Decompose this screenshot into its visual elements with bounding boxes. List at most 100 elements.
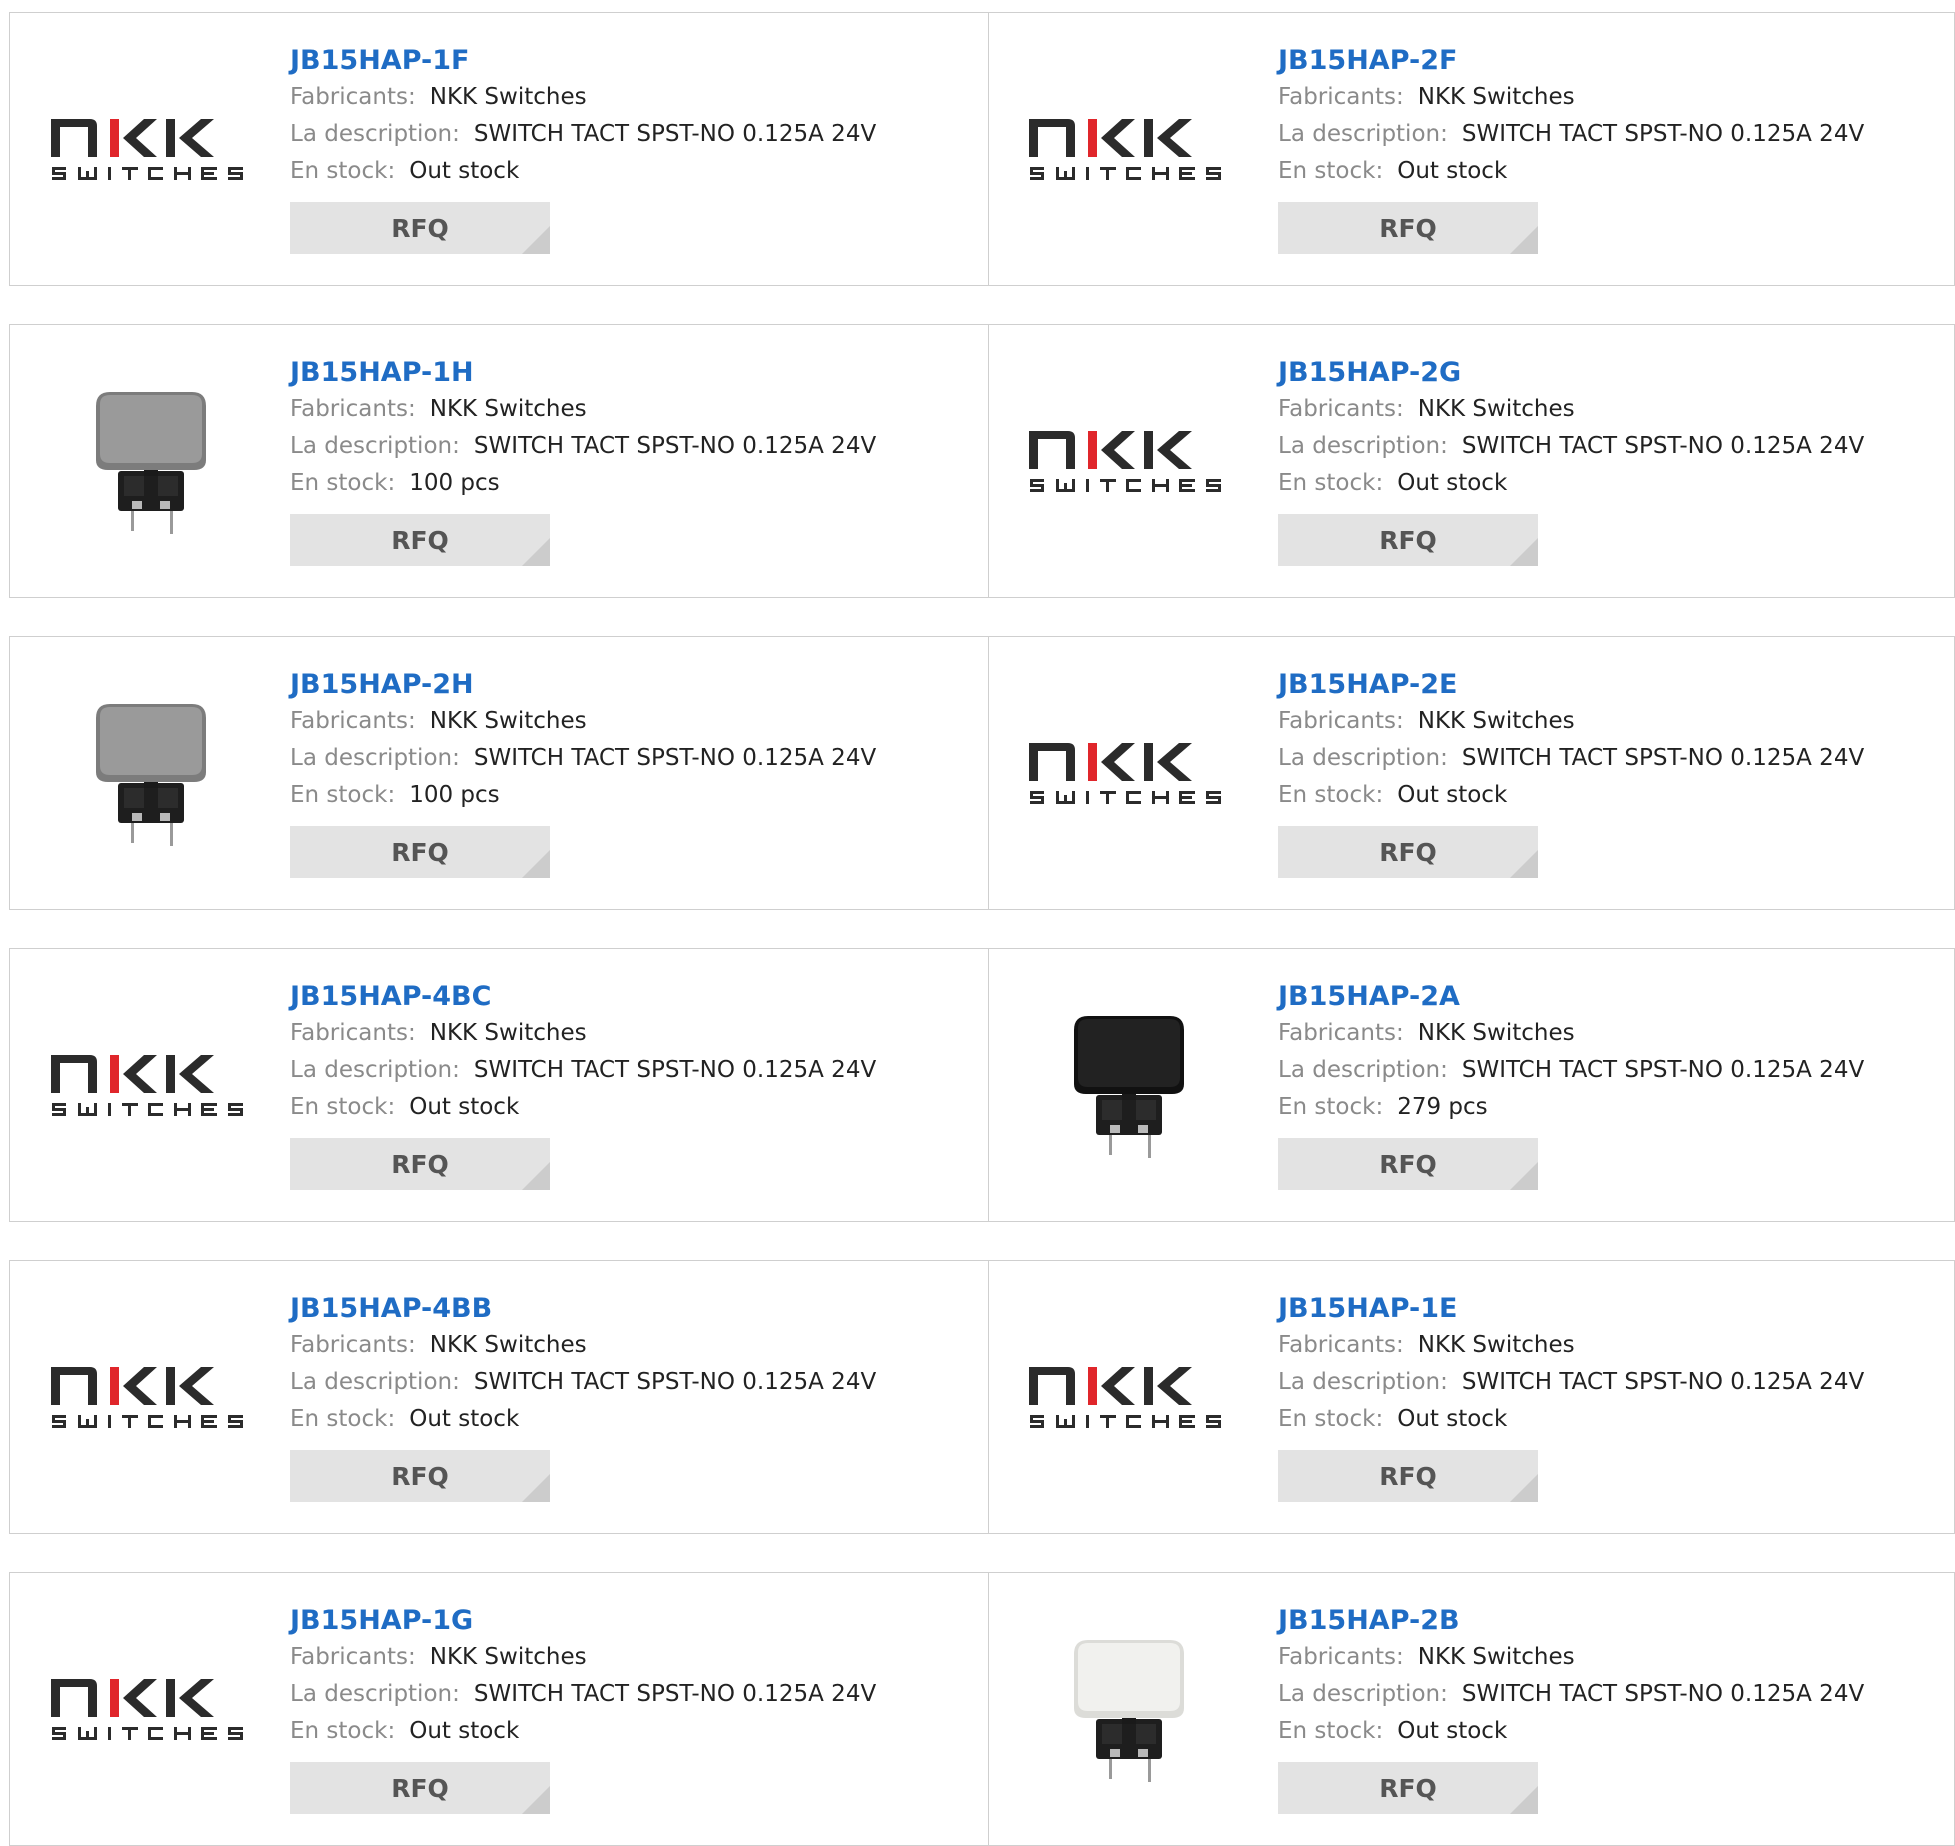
rfq-label: RFQ [1379, 837, 1437, 867]
rfq-button[interactable]: RFQ [1278, 1450, 1538, 1502]
nkk-logo-icon [1029, 743, 1221, 804]
manufacturer-value: NKK Switches [429, 1020, 587, 1046]
product-image[interactable] [48, 1312, 253, 1482]
product-image[interactable] [48, 64, 253, 234]
product-name-link[interactable]: JB15HAP-1E [1278, 1291, 1864, 1327]
stock-value: Out stock [1397, 1406, 1508, 1432]
product-name-link[interactable]: JB15HAP-2G [1278, 355, 1864, 391]
product-card: JB15HAP-4BB Fabricants: NKK Switches La d… [10, 1261, 988, 1533]
manufacturer-line: Fabricants: NKK Switches [1278, 1015, 1864, 1052]
manufacturer-value: NKK Switches [1417, 396, 1575, 422]
description-line: La description: SWITCH TACT SPST-NO 0.125… [1278, 1052, 1864, 1089]
product-image[interactable] [1026, 1000, 1231, 1170]
product-name-link[interactable]: JB15HAP-2H [290, 667, 876, 703]
product-image[interactable] [48, 688, 253, 858]
rfq-button[interactable]: RFQ [290, 202, 550, 254]
stock-line: En stock: Out stock [1278, 153, 1864, 190]
stock-label: En stock: [1278, 782, 1384, 808]
switches-wordmark [1030, 791, 1221, 804]
description-label: La description: [290, 745, 460, 771]
switches-wordmark [52, 1103, 243, 1116]
product-name-link[interactable]: JB15HAP-4BC [290, 979, 876, 1015]
product-image[interactable] [1026, 376, 1231, 546]
product-name-link[interactable]: JB15HAP-1G [290, 1603, 876, 1639]
product-info: JB15HAP-2E Fabricants: NKK Switches La de… [1278, 667, 1864, 878]
manufacturer-line: Fabricants: NKK Switches [290, 703, 876, 740]
rfq-button[interactable]: RFQ [1278, 826, 1538, 878]
rfq-button[interactable]: RFQ [290, 826, 550, 878]
product-name-link[interactable]: JB15HAP-2F [1278, 43, 1864, 79]
rfq-label: RFQ [391, 1149, 449, 1179]
product-card: JB15HAP-1G Fabricants: NKK Switches La de… [10, 1573, 988, 1845]
rfq-button[interactable]: RFQ [290, 1762, 550, 1814]
nkk-logo-icon [1029, 431, 1221, 492]
rfq-button[interactable]: RFQ [290, 1450, 550, 1502]
stock-label: En stock: [1278, 470, 1384, 496]
rfq-label: RFQ [1379, 1461, 1437, 1491]
manufacturer-line: Fabricants: NKK Switches [1278, 79, 1864, 116]
product-image[interactable] [48, 1624, 253, 1794]
rfq-button[interactable]: RFQ [290, 514, 550, 566]
product-image[interactable] [1026, 1624, 1231, 1794]
manufacturer-line: Fabricants: NKK Switches [290, 1639, 876, 1676]
rfq-button[interactable]: RFQ [290, 1138, 550, 1190]
manufacturer-line: Fabricants: NKK Switches [1278, 1327, 1864, 1364]
stock-label: En stock: [290, 782, 396, 808]
product-image[interactable] [48, 1000, 253, 1170]
description-line: La description: SWITCH TACT SPST-NO 0.125… [290, 1676, 876, 1713]
stock-label: En stock: [290, 470, 396, 496]
description-line: La description: SWITCH TACT SPST-NO 0.125… [1278, 428, 1864, 465]
manufacturer-value: NKK Switches [429, 84, 587, 110]
description-label: La description: [1278, 1369, 1448, 1395]
manufacturer-label: Fabricants: [1278, 396, 1404, 422]
product-name-link[interactable]: JB15HAP-2E [1278, 667, 1864, 703]
product-card: JB15HAP-2F Fabricants: NKK Switches La de… [988, 13, 1955, 285]
stock-label: En stock: [290, 158, 396, 184]
rfq-button[interactable]: RFQ [1278, 1762, 1538, 1814]
switches-wordmark [1030, 479, 1221, 492]
nkk-logo-icon [51, 1367, 243, 1428]
description-line: La description: SWITCH TACT SPST-NO 0.125… [1278, 116, 1864, 153]
product-list-page: { "labels": { "manufacturer": "Fabricant… [0, 0, 1955, 1846]
nkk-logo-icon [1029, 1367, 1221, 1428]
product-image[interactable] [1026, 1312, 1231, 1482]
manufacturer-value: NKK Switches [429, 708, 587, 734]
product-image[interactable] [1026, 688, 1231, 858]
product-image[interactable] [1026, 64, 1231, 234]
product-name-link[interactable]: JB15HAP-2A [1278, 979, 1864, 1015]
rfq-button[interactable]: RFQ [1278, 514, 1538, 566]
description-label: La description: [290, 433, 460, 459]
product-name-link[interactable]: JB15HAP-2B [1278, 1603, 1864, 1639]
rfq-label: RFQ [391, 525, 449, 555]
product-info: JB15HAP-4BB Fabricants: NKK Switches La d… [290, 1291, 876, 1502]
description-line: La description: SWITCH TACT SPST-NO 0.125… [290, 1364, 876, 1401]
rfq-button[interactable]: RFQ [1278, 1138, 1538, 1190]
stock-value: Out stock [1397, 1718, 1508, 1744]
manufacturer-value: NKK Switches [429, 1644, 587, 1670]
product-name-link[interactable]: JB15HAP-1F [290, 43, 876, 79]
manufacturer-label: Fabricants: [1278, 84, 1404, 110]
rfq-button[interactable]: RFQ [1278, 202, 1538, 254]
product-name-link[interactable]: JB15HAP-4BB [290, 1291, 876, 1327]
manufacturer-value: NKK Switches [1417, 1644, 1575, 1670]
switches-wordmark [52, 1727, 243, 1740]
product-image[interactable] [48, 376, 253, 546]
manufacturer-value: NKK Switches [1417, 1332, 1575, 1358]
rfq-label: RFQ [391, 1461, 449, 1491]
manufacturer-line: Fabricants: NKK Switches [1278, 1639, 1864, 1676]
corner-triangle-icon [522, 538, 550, 566]
nkk-logo-icon [51, 119, 243, 180]
rfq-label: RFQ [1379, 1149, 1437, 1179]
description-value: SWITCH TACT SPST-NO 0.125A 24V [473, 1369, 877, 1395]
rfq-label: RFQ [391, 213, 449, 243]
stock-line: En stock: 100 pcs [290, 777, 876, 814]
stock-value: Out stock [1397, 470, 1508, 496]
product-card: JB15HAP-2H Fabricants: NKK Switches La de… [10, 637, 988, 909]
switches-wordmark [52, 167, 243, 180]
manufacturer-label: Fabricants: [1278, 708, 1404, 734]
stock-line: En stock: Out stock [290, 1401, 876, 1438]
product-name-link[interactable]: JB15HAP-1H [290, 355, 876, 391]
switches-wordmark [52, 1415, 243, 1428]
description-value: SWITCH TACT SPST-NO 0.125A 24V [1461, 1681, 1865, 1707]
corner-triangle-icon [522, 1162, 550, 1190]
